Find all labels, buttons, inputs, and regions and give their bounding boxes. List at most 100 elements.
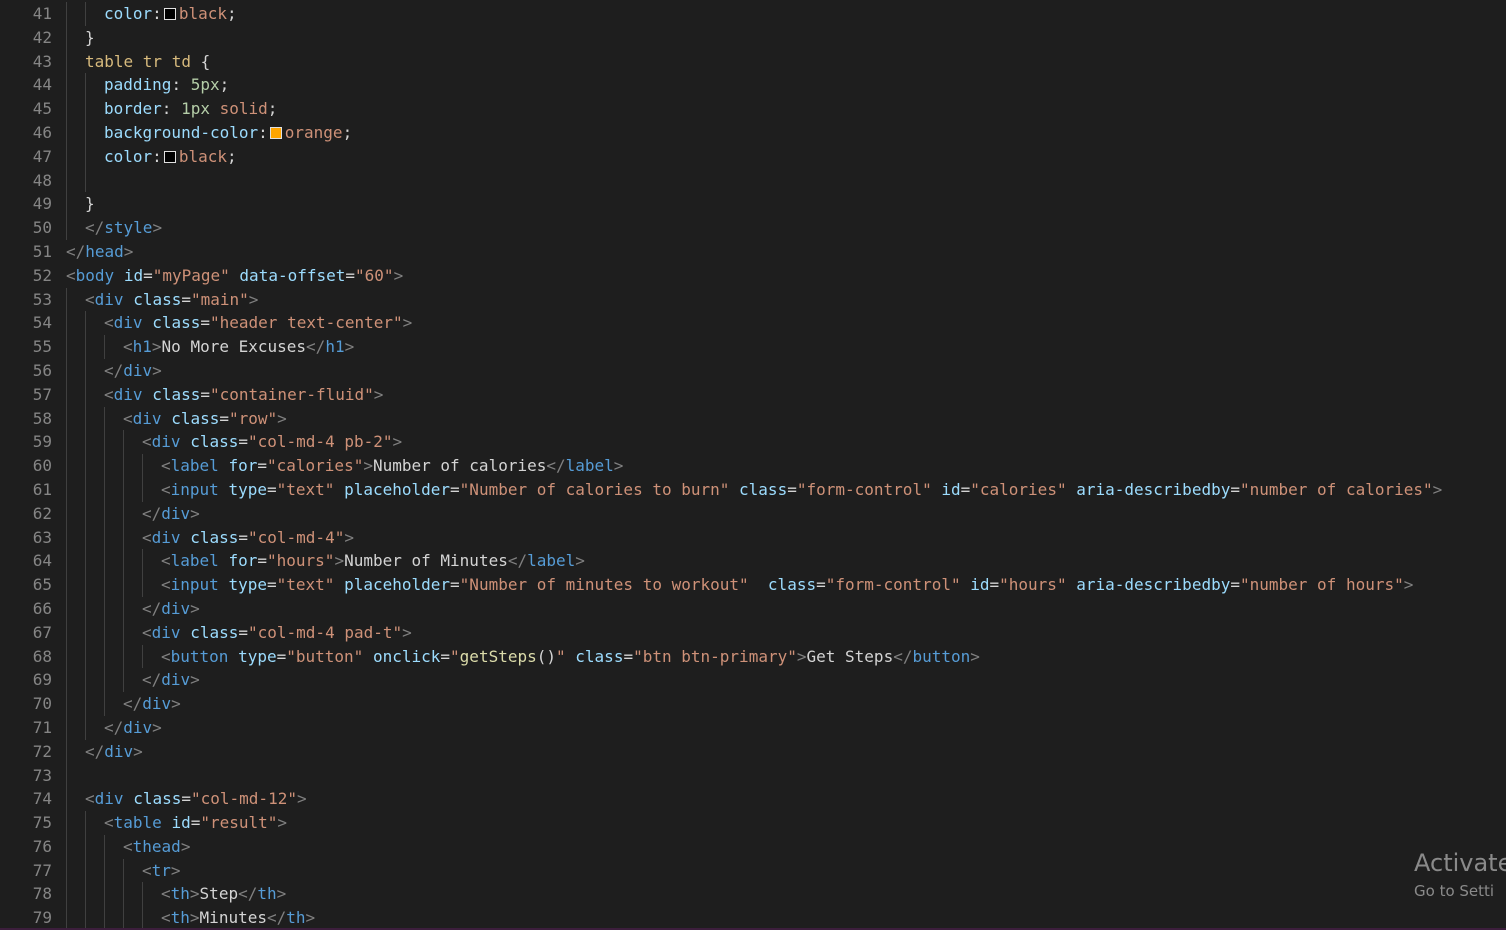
tag-name: div: [94, 289, 124, 309]
code-line[interactable]: 43 table tr td {: [0, 49, 1506, 74]
line-number: 50: [32, 218, 52, 238]
indent-guide: [142, 477, 161, 502]
code-line[interactable]: 55 <h1>No More Excuses</h1>: [0, 335, 1506, 359]
code-line[interactable]: 59 <div class="col-md-4 pb-2">: [0, 430, 1506, 455]
code-line[interactable]: 60 <label for="calories">Number of calori…: [0, 454, 1506, 478]
tag-name: input: [170, 575, 219, 595]
indent-guide: [66, 668, 85, 693]
color-swatch-icon[interactable]: [163, 8, 176, 20]
line-content: <div class="main">: [66, 287, 258, 312]
indent-guide: [85, 73, 104, 98]
line-content: border: 1px solid;: [66, 97, 277, 121]
attribute-name: id: [970, 575, 990, 595]
tag-bracket: >: [296, 789, 307, 809]
attribute-value: "hours": [999, 575, 1067, 595]
tag-bracket: >: [189, 884, 200, 904]
text-token: Get Steps: [806, 646, 894, 666]
code-line[interactable]: 54 <div class="header text-center">: [0, 311, 1506, 336]
code-line[interactable]: 77 <tr>: [0, 858, 1506, 883]
code-line[interactable]: 58 <div class="row">: [0, 406, 1506, 431]
code-line[interactable]: 61 <input type="text" placeholder="Number…: [0, 477, 1506, 502]
code-line[interactable]: 41 color: black;: [0, 2, 1506, 26]
code-line[interactable]: 56 </div>: [0, 358, 1506, 383]
tag-bracket: >: [151, 337, 162, 357]
tag-name: label: [170, 456, 219, 476]
tag-bracket: <: [123, 836, 133, 856]
indent-guide: [66, 216, 85, 240]
code-line[interactable]: 69 </div>: [0, 668, 1506, 693]
punctuation: :: [258, 122, 268, 142]
punctuation: ;: [342, 122, 353, 142]
css-property: color: [104, 146, 153, 166]
code-line[interactable]: 73: [0, 763, 1506, 788]
code-line[interactable]: 66 </div>: [0, 596, 1506, 621]
line-content: <div class="col-md-12">: [66, 787, 307, 812]
code-line[interactable]: 63 <div class="col-md-4">: [0, 525, 1506, 550]
code-line[interactable]: 79 <th>Minutes</th>: [0, 906, 1506, 928]
tag-bracket: >: [1432, 479, 1443, 499]
code-line[interactable]: 67 <div class="col-md-4 pad-t">: [0, 620, 1506, 645]
indent-guide: [123, 596, 142, 621]
indent-guide: [66, 477, 85, 502]
code-line[interactable]: 49}: [0, 192, 1506, 217]
code-line[interactable]: 53 <div class="main">: [0, 287, 1506, 312]
line-content: <h1>No More Excuses</h1>: [66, 335, 354, 359]
code-line[interactable]: 44 padding: 5px;: [0, 73, 1506, 98]
watermark-title: Activate: [1414, 849, 1506, 877]
line-content: }: [66, 25, 95, 50]
code-line[interactable]: 62 </div>: [0, 501, 1506, 526]
indent-guide: [66, 692, 85, 716]
code-line[interactable]: 50 </style>: [0, 216, 1506, 240]
code-line[interactable]: 76 <thead>: [0, 834, 1506, 859]
indent-guide: [104, 692, 123, 716]
line-content: <th>Step</th>: [66, 882, 286, 907]
code-editor[interactable]: 41 color: black; 42} 43 table tr td {44 paddin…: [0, 0, 1506, 930]
attribute-value: "header text-center": [210, 313, 403, 333]
color-swatch-icon[interactable]: [163, 150, 176, 163]
tag-bracket: >: [152, 360, 162, 380]
tag-bracket: >: [133, 741, 143, 761]
code-line[interactable]: 72 </div>: [0, 739, 1506, 764]
code-line[interactable]: 68 <button type="button" onclick="getStep…: [0, 644, 1506, 669]
line-content: padding: 5px;: [66, 73, 229, 98]
code-line[interactable]: 70 </div>: [0, 692, 1506, 716]
tag-bracket: >: [334, 551, 345, 571]
text-token: =: [190, 813, 201, 833]
code-line[interactable]: 74 <div class="col-md-12">: [0, 787, 1506, 812]
code-line[interactable]: 64 <label for="hours">Number of Minutes</…: [0, 549, 1506, 574]
tag-bracket: <: [123, 337, 133, 357]
tag-bracket: <: [104, 813, 114, 833]
tag-bracket: >: [170, 860, 181, 880]
indent-guide: [66, 2, 85, 26]
tag-bracket: <: [142, 527, 152, 547]
code-line[interactable]: 71 </div>: [0, 715, 1506, 740]
code-line[interactable]: 46 background-color: orange;: [0, 120, 1506, 145]
code-line[interactable]: 65 <input type="text" placeholder="Number…: [0, 573, 1506, 597]
code-line[interactable]: 75 <table id="result">: [0, 811, 1506, 835]
line-content: <body id="myPage" data-offset="60">: [66, 264, 403, 288]
color-swatch-icon[interactable]: [269, 126, 282, 139]
line-content: </div>: [66, 739, 143, 764]
tag-bracket: <: [104, 313, 114, 333]
code-line[interactable]: 47 color: black;: [0, 144, 1506, 169]
code-line[interactable]: 42}: [0, 25, 1506, 50]
indent-guide: [66, 906, 85, 928]
text-token: =: [238, 622, 248, 642]
code-line[interactable]: 45 border: 1px solid;: [0, 97, 1506, 121]
tag-name: input: [170, 479, 219, 499]
code-lines[interactable]: 41 color: black; 42} 43 table tr td {44 paddin…: [0, 2, 1506, 928]
code-line[interactable]: 52 <body id="myPage" data-offset="60">: [0, 264, 1506, 288]
tag-bracket: >: [180, 836, 191, 856]
line-number: 75: [32, 813, 52, 833]
tag-bracket: >: [152, 717, 162, 737]
code-line[interactable]: 51 </head>: [0, 240, 1506, 264]
code-line[interactable]: 48: [0, 168, 1506, 193]
tag-name: div: [151, 432, 181, 452]
indent-guide: [66, 287, 85, 312]
code-line[interactable]: 57 <div class="container-fluid">: [0, 382, 1506, 407]
code-line[interactable]: 78 <th>Step</th>: [0, 882, 1506, 907]
